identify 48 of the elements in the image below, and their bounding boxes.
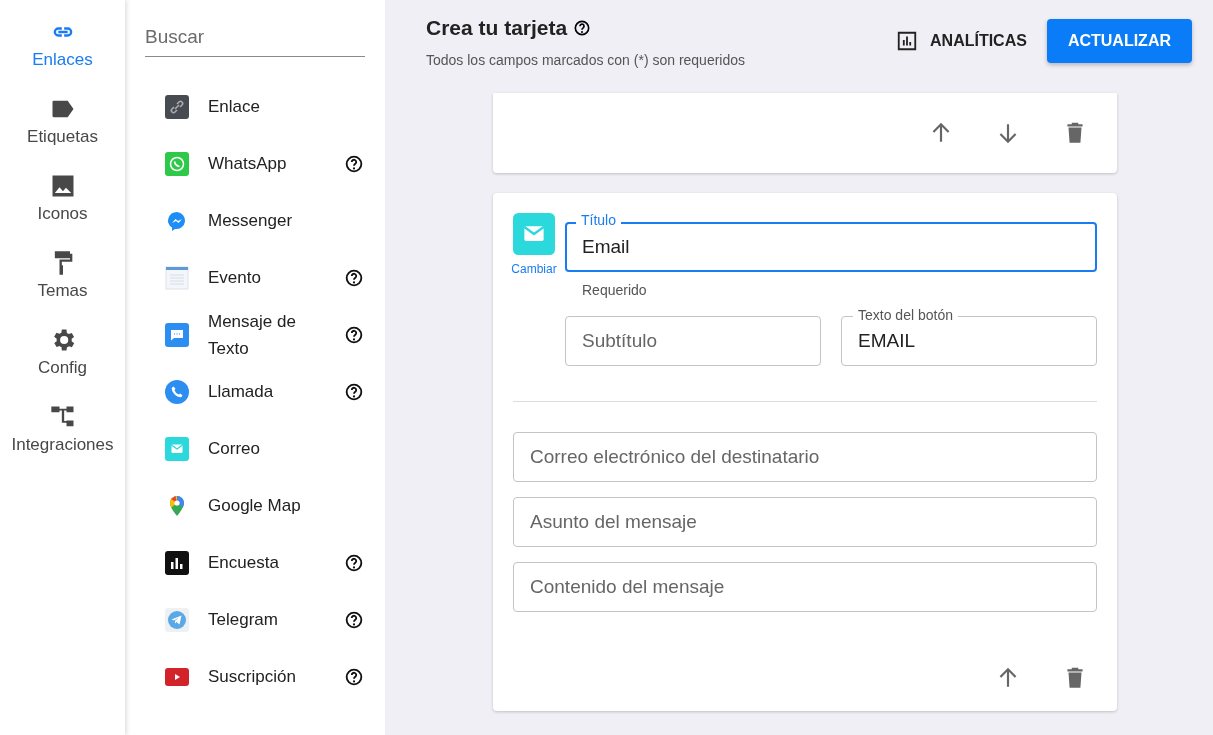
phone-icon <box>165 379 189 404</box>
calendar-icon <box>165 265 189 290</box>
item-label: Telegram <box>208 609 279 631</box>
mail-icon <box>513 213 555 255</box>
link-type-item[interactable]: Evento <box>145 249 365 306</box>
item-label: Evento <box>208 267 262 289</box>
message-icon <box>165 322 189 347</box>
change-link[interactable]: Cambiar <box>511 262 557 276</box>
nav-item[interactable]: Iconos <box>0 172 125 249</box>
bar-chart-icon <box>896 30 918 52</box>
link-type-item[interactable]: Llamada <box>145 363 365 420</box>
text-field[interactable]: Contenido del mensaje <box>513 562 1097 612</box>
bar-chart-icon <box>165 550 189 575</box>
page-title: Crea tu tarjeta <box>426 16 568 40</box>
nav-item[interactable]: Config <box>0 326 125 403</box>
link-type-item[interactable]: WhatsApp <box>145 135 365 192</box>
link-type-item[interactable]: Google Map <box>145 477 365 534</box>
link-type-item[interactable]: Messenger <box>145 192 365 249</box>
item-label: Llamada <box>208 381 275 403</box>
item-label: Encuesta <box>208 552 280 574</box>
analytics-button[interactable]: ANALÍTICAS <box>896 19 1027 63</box>
item-label: Enlace <box>208 96 261 118</box>
link-icon <box>165 94 189 119</box>
nav-item[interactable]: Temas <box>0 249 125 326</box>
link-type-item[interactable]: Telegram <box>145 591 365 648</box>
link-type-item[interactable]: Mensaje de Texto <box>145 306 365 363</box>
update-button[interactable]: ACTUALIZAR <box>1046 19 1192 63</box>
item-label: Mensaje de Texto <box>208 310 297 360</box>
item-label: Correo <box>208 438 261 460</box>
link-type-item[interactable]: Correo <box>145 420 365 477</box>
item-label: Google Map <box>208 495 302 517</box>
nav-item[interactable]: Etiquetas <box>0 95 125 172</box>
page-subtitle: Todos los campos marcados con (*) son requeridos <box>426 52 746 68</box>
mail-icon <box>165 436 189 461</box>
chat-phone-icon <box>165 151 189 176</box>
item-label: WhatsApp <box>208 153 288 175</box>
link-type-item[interactable]: Enlace <box>145 78 365 135</box>
nav-item[interactable]: Enlaces <box>0 18 125 95</box>
text-field[interactable]: Asunto del mensaje <box>513 497 1097 547</box>
helper-text: Requerido <box>582 281 648 299</box>
paper-plane-icon <box>165 607 189 632</box>
item-label: Suscripción <box>208 666 297 688</box>
nav-item[interactable]: Integraciones <box>0 403 125 480</box>
link-type-item[interactable]: Suscripción <box>145 648 365 705</box>
text-field[interactable]: Correo electrónico del destinatario <box>513 432 1097 482</box>
item-label: Messenger <box>208 210 294 232</box>
text-field[interactable]: Subtítulo <box>565 316 821 366</box>
link-type-item[interactable]: Encuesta <box>145 534 365 591</box>
